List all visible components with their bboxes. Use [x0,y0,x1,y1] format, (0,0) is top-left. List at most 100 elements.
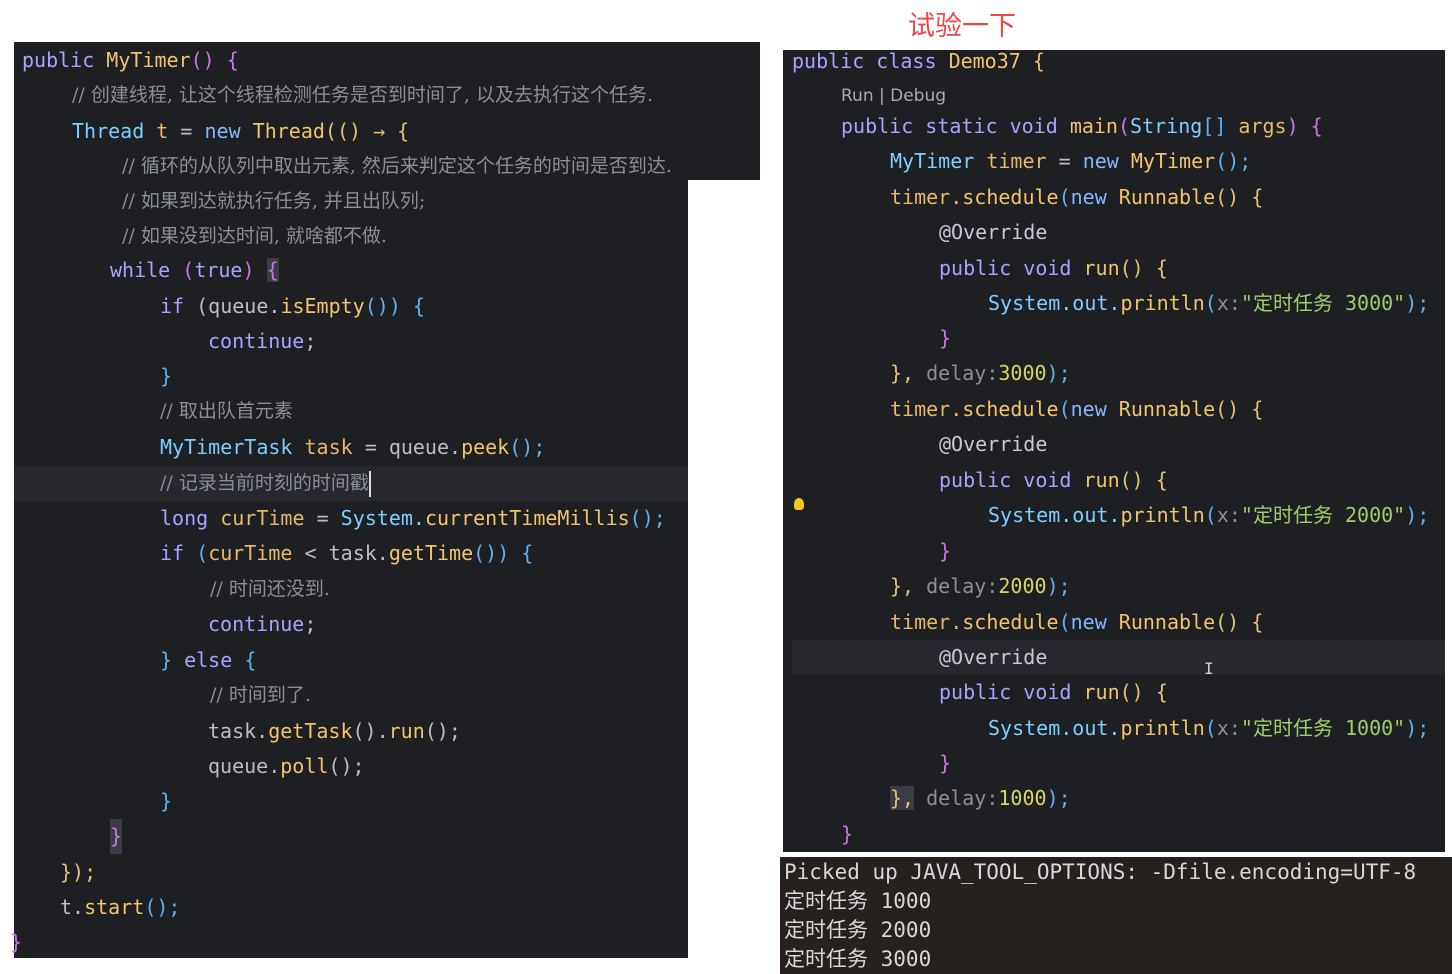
current-line-highlight [792,640,1445,675]
code-line: public class Demo37 { [792,44,1045,79]
code-line: }, delay:1000); [890,781,1071,816]
code-line: public void run() { [939,675,1168,710]
var-name: curTime [220,506,305,530]
field-name: out. [1072,291,1121,315]
annotation: @Override [939,645,1048,669]
lightbulb-icon[interactable] [794,498,804,510]
expr: queue. [208,754,281,778]
method-name: run [1083,468,1120,492]
code-line: timer.schedule(new Runnable() { [890,392,1263,427]
punct: ( [1117,114,1131,138]
number-literal: 1000 [998,786,1047,810]
method-name: main [1069,114,1118,138]
code-line: } [939,539,952,563]
code-line: } [939,751,952,775]
keyword: void [1023,680,1072,704]
keyword: else [184,648,233,672]
var-name: t [156,119,169,143]
code-line: t.start(); [60,890,180,925]
code-line: }, delay:3000); [890,356,1071,391]
punct: (); [144,895,181,919]
punct: ( [1204,503,1217,527]
punct: ( [1058,397,1071,421]
var-name: timer. [890,397,963,421]
punct: }, [890,361,915,385]
keyword: long [160,506,209,530]
keyword: if [160,294,185,318]
type-name: System. [340,506,425,530]
console-output[interactable]: Picked up JAVA_TOOL_OPTIONS: -Dfile.enco… [780,857,1452,974]
code-line: task.getTask().run(); [208,714,461,749]
text-cursor-icon: I [1204,659,1214,678]
code-line: MyTimerTask task = queue.peek(); [160,430,545,465]
keyword: static [925,114,998,138]
punct: ( [1058,185,1071,209]
method-name: poll [280,754,329,778]
punct: (); [1215,149,1252,173]
keyword: new [1070,610,1107,634]
expr: queue. [388,435,462,459]
class-name: Runnable [1118,397,1216,421]
keyword: void [1009,114,1058,138]
punct: }, [890,786,915,810]
punct: ( [1204,291,1217,315]
operator: = [364,435,377,459]
keyword: void [1023,256,1072,280]
punct: () { [1215,185,1264,209]
method-name: getTime [388,541,474,565]
punct: (); [424,719,461,743]
code-comment: // 如果没到达时间, 就啥都不做. [122,225,387,247]
var-name: timer. [890,610,963,634]
console-line: 定时任务 1000 [784,889,932,913]
operator: = [180,119,193,143]
punct: () { [190,48,239,72]
code-comment: // 时间到了. [210,684,311,706]
class-name: Demo37 [948,49,1021,73]
class-name: Runnable [1118,610,1216,634]
code-comment: // 创建线程, 让这个线程检测任务是否到时间了, 以及去执行这个任务. [72,84,654,106]
code-line: timer.schedule(new Runnable() { [890,605,1263,640]
var-name: args [1238,114,1287,138]
keyword: class [876,49,937,73]
method-name: peek [461,435,510,459]
expr: (queue. [196,294,281,318]
method-name: schedule [962,397,1059,421]
var-name: curTime [208,541,293,565]
code-line: continue; [208,324,316,359]
method-name: println [1120,716,1205,740]
keyword: public [939,680,1012,704]
punct: ; [304,329,317,353]
string-literal: "定时任务 2000" [1240,503,1406,527]
method-name: MyTimer [106,48,191,72]
punct: ); [1046,786,1071,810]
code-line: }, delay:2000); [890,569,1071,604]
code-line: System.out.println(x:"定时任务 3000"); [988,286,1429,321]
code-line: } [160,789,173,813]
punct: ); [1405,716,1430,740]
code-comment: // 时间还没到. [210,578,330,600]
keyword: void [1023,468,1072,492]
param-hint: delay: [926,574,999,598]
keyword: public [939,468,1012,492]
punct: ; [304,612,317,636]
keyword: new [1070,397,1107,421]
operator: = [316,506,329,530]
expr: task. [208,719,269,743]
field-name: out. [1072,503,1121,527]
type-name: MyTimerTask [160,435,293,459]
code-line: } [160,364,173,388]
method-name: run [388,719,425,743]
method-name: run [1083,680,1120,704]
type-name: MyTimer [890,149,975,173]
method-name: schedule [962,610,1059,634]
expr: task. [328,541,389,565]
class-name: MyTimer [1130,149,1216,173]
code-line: public void run() { [939,251,1168,286]
punct: (); [629,506,666,530]
keyword: public [939,256,1012,280]
keyword: new [1070,185,1107,209]
code-line: } [939,326,952,350]
keyword: while [110,258,171,282]
code-comment: // 记录当前时刻的时间戳 [160,466,371,501]
code-comment: // 如果到达就执行任务, 并且出队列; [122,190,426,212]
